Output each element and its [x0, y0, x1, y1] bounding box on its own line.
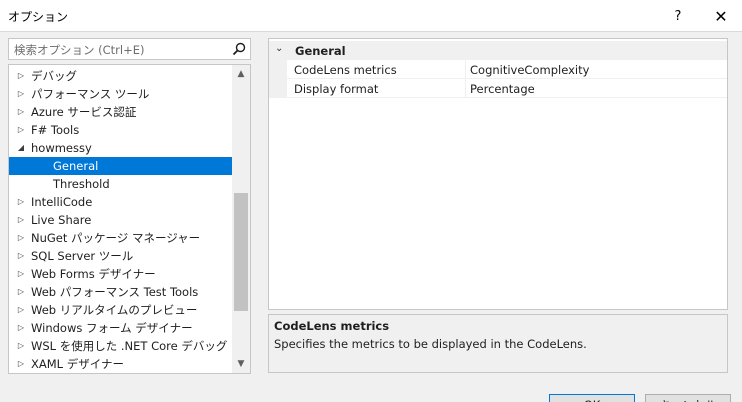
tree-item-web-forms[interactable]: ▷ Web Forms デザイナー — [9, 265, 232, 283]
tree-item-label: パフォーマンス ツール — [31, 87, 150, 101]
expand-arrow-icon[interactable]: ▷ — [15, 211, 27, 229]
tree-item-debug[interactable]: ▷ デバッグ — [9, 67, 232, 85]
property-row-codelens-metrics[interactable]: CodeLens metrics CognitiveComplexity — [269, 60, 727, 79]
description-title: CodeLens metrics — [274, 319, 390, 333]
expand-arrow-icon[interactable]: ▷ — [15, 319, 27, 337]
tree-item-web-perf-test[interactable]: ▷ Web パフォーマンス Test Tools — [9, 283, 232, 301]
scroll-up-icon[interactable]: ▲ — [232, 65, 250, 83]
column-divider[interactable] — [465, 60, 466, 79]
tree-item-threshold[interactable]: Threshold — [9, 175, 232, 193]
window-title: オプション — [8, 10, 69, 24]
property-value[interactable]: Percentage — [470, 82, 535, 96]
tree-item-label: F# Tools — [31, 123, 80, 137]
scroll-down-icon[interactable]: ▼ — [232, 355, 250, 373]
tree-item-label: Web リアルタイムのプレビュー — [31, 303, 198, 317]
expand-arrow-icon[interactable]: ▷ — [15, 283, 27, 301]
tree-item-label: Azure サービス認証 — [31, 105, 137, 119]
expand-arrow-icon[interactable]: ▷ — [15, 85, 27, 103]
expand-arrow-icon[interactable]: ▷ — [15, 193, 27, 211]
tree-item-label: Windows フォーム デザイナー — [31, 321, 193, 335]
search-placeholder: 検索オプション (Ctrl+E) — [14, 43, 145, 57]
expand-arrow-icon[interactable]: ▷ — [15, 301, 27, 319]
description-text: Specifies the metrics to be displayed in… — [274, 337, 587, 351]
close-button[interactable]: ✕ — [700, 0, 742, 32]
help-button[interactable]: ? — [664, 0, 692, 32]
tree-item-howmessy[interactable]: ◢ howmessy — [9, 139, 232, 157]
tree-item-fsharp-tools[interactable]: ▷ F# Tools — [9, 121, 232, 139]
options-tree[interactable]: ▷ デバッグ ▷ パフォーマンス ツール ▷ Azure サービス認証 ▷ F#… — [8, 64, 251, 374]
tree-item-label: Live Share — [31, 213, 92, 227]
tree-item-label: XAML デザイナー — [31, 357, 124, 371]
search-icon[interactable] — [231, 41, 247, 57]
property-value[interactable]: CognitiveComplexity — [470, 63, 589, 77]
expand-arrow-icon[interactable]: ▷ — [15, 229, 27, 247]
tree-item-label: WSL を使用した .NET Core デバッグ — [31, 339, 228, 353]
tree-item-nuget[interactable]: ▷ NuGet パッケージ マネージャー — [9, 229, 232, 247]
tree-item-general[interactable]: General — [9, 157, 232, 175]
row-gutter — [269, 60, 287, 79]
expand-arrow-icon[interactable]: ▷ — [15, 337, 27, 355]
expand-arrow-icon[interactable]: ▷ — [15, 247, 27, 265]
expand-arrow-icon[interactable]: ▷ — [15, 103, 27, 121]
collapse-arrow-icon[interactable]: ◢ — [15, 139, 27, 157]
property-name: Display format — [294, 82, 379, 96]
property-grid: ⌄ General CodeLens metrics CognitiveComp… — [268, 38, 728, 310]
tree-item-live-share[interactable]: ▷ Live Share — [9, 211, 232, 229]
tree-item-label: IntelliCode — [31, 195, 93, 209]
tree-item-xaml-designer[interactable]: ▷ XAML デザイナー — [9, 355, 232, 373]
tree-item-label: SQL Server ツール — [31, 249, 134, 263]
expand-arrow-icon[interactable]: ▷ — [15, 265, 27, 283]
tree-item-label: デバッグ — [31, 69, 77, 83]
column-divider[interactable] — [465, 79, 466, 98]
category-name: General — [295, 44, 346, 58]
tree-item-web-live-preview[interactable]: ▷ Web リアルタイムのプレビュー — [9, 301, 232, 319]
tree-item-intellicode[interactable]: ▷ IntelliCode — [9, 193, 232, 211]
title-bar: オプション ? ✕ — [0, 0, 742, 32]
row-gutter — [269, 79, 287, 98]
expand-arrow-icon[interactable]: ▷ — [15, 67, 27, 85]
tree-item-wsl-debug[interactable]: ▷ WSL を使用した .NET Core デバッグ — [9, 337, 232, 355]
tree-item-windows-forms[interactable]: ▷ Windows フォーム デザイナー — [9, 319, 232, 337]
tree-item-label: Web パフォーマンス Test Tools — [31, 285, 199, 299]
ok-button[interactable]: OK — [549, 394, 635, 402]
tree-item-performance-tools[interactable]: ▷ パフォーマンス ツール — [9, 85, 232, 103]
scrollbar-thumb[interactable] — [234, 193, 248, 311]
tree-item-label: Web Forms デザイナー — [31, 267, 156, 281]
tree-item-azure-auth[interactable]: ▷ Azure サービス認証 — [9, 103, 232, 121]
expand-arrow-icon[interactable]: ▷ — [15, 121, 27, 139]
tree-item-label: Threshold — [53, 177, 110, 191]
property-name: CodeLens metrics — [294, 63, 397, 77]
property-category[interactable]: ⌄ General — [269, 41, 727, 60]
property-row-display-format[interactable]: Display format Percentage — [269, 79, 727, 98]
chevron-down-icon[interactable]: ⌄ — [275, 43, 283, 54]
cancel-button[interactable]: キャンセル — [645, 394, 731, 402]
tree-item-sql-server[interactable]: ▷ SQL Server ツール — [9, 247, 232, 265]
tree-item-label: General — [53, 159, 99, 173]
search-input[interactable]: 検索オプション (Ctrl+E) — [8, 38, 251, 60]
tree-item-label: NuGet パッケージ マネージャー — [31, 231, 201, 245]
tree-item-label: howmessy — [31, 141, 92, 155]
expand-arrow-icon[interactable]: ▷ — [15, 355, 27, 373]
tree-scrollbar[interactable]: ▲ ▼ — [232, 65, 250, 373]
description-panel: CodeLens metrics Specifies the metrics t… — [268, 314, 728, 373]
